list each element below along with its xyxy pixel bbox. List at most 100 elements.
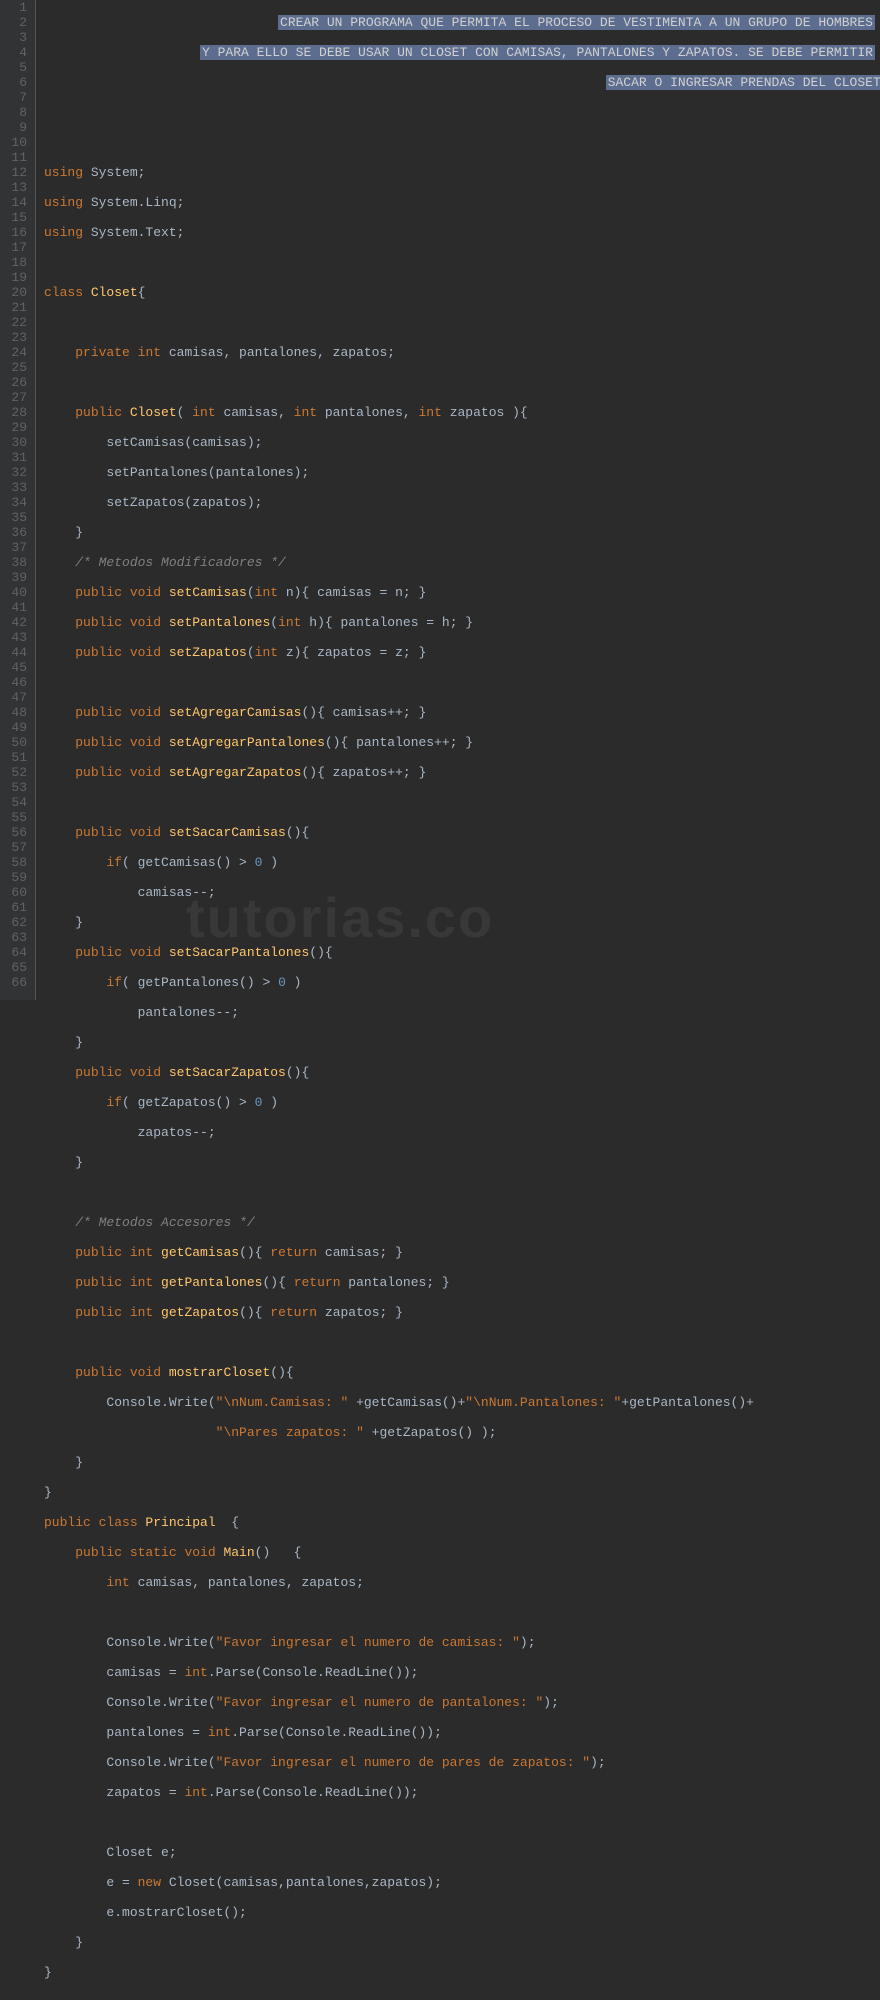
code-line: public void setSacarCamisas(){: [44, 825, 880, 840]
code-line: [44, 255, 880, 270]
line-number: 19: [4, 270, 27, 285]
line-number: 56: [4, 825, 27, 840]
line-number: 41: [4, 600, 27, 615]
code-line: }: [44, 1965, 880, 1980]
line-number: 57: [4, 840, 27, 855]
code-line: using System.Text;: [44, 225, 880, 240]
line-number: 28: [4, 405, 27, 420]
line-number: 16: [4, 225, 27, 240]
line-number: 2: [4, 15, 27, 30]
line-number: 40: [4, 585, 27, 600]
code-line: [44, 1605, 880, 1620]
code-line: CREAR UN PROGRAMA QUE PERMITA EL PROCESO…: [44, 15, 880, 30]
code-line: [44, 795, 880, 810]
code-line: }: [44, 1155, 880, 1170]
line-number: 33: [4, 480, 27, 495]
line-number: 35: [4, 510, 27, 525]
code-line: }: [44, 1035, 880, 1050]
line-number: 21: [4, 300, 27, 315]
code-line: setPantalones(pantalones);: [44, 465, 880, 480]
code-line: public int getPantalones(){ return panta…: [44, 1275, 880, 1290]
line-number: 44: [4, 645, 27, 660]
code-line: "\nPares zapatos: " +getZapatos() );: [44, 1425, 880, 1440]
line-number: 58: [4, 855, 27, 870]
line-number: 63: [4, 930, 27, 945]
code-line: pantalones = int.Parse(Console.ReadLine(…: [44, 1725, 880, 1740]
line-number: 42: [4, 615, 27, 630]
code-line: public void setSacarPantalones(){: [44, 945, 880, 960]
line-number: 43: [4, 630, 27, 645]
code-line: public static void Main() {: [44, 1545, 880, 1560]
code-line: }: [44, 1935, 880, 1950]
header-comment: SACAR O INGRESAR PRENDAS DEL CLOSET: [606, 75, 880, 90]
code-line: public void setAgregarZapatos(){ zapatos…: [44, 765, 880, 780]
code-line: if( getZapatos() > 0 ): [44, 1095, 880, 1110]
header-comment: Y PARA ELLO SE DEBE USAR UN CLOSET CON C…: [200, 45, 875, 60]
line-number: 9: [4, 120, 27, 135]
line-number: 51: [4, 750, 27, 765]
line-number: 3: [4, 30, 27, 45]
code-line: setZapatos(zapatos);: [44, 495, 880, 510]
line-number: 52: [4, 765, 27, 780]
code-line: Console.Write("\nNum.Camisas: " +getCami…: [44, 1395, 880, 1410]
code-line: SACAR O INGRESAR PRENDAS DEL CLOSET: [44, 75, 880, 90]
line-number: 24: [4, 345, 27, 360]
line-number: 10: [4, 135, 27, 150]
line-number: 55: [4, 810, 27, 825]
line-number: 37: [4, 540, 27, 555]
code-line: Console.Write("Favor ingresar el numero …: [44, 1635, 880, 1650]
line-number: 11: [4, 150, 27, 165]
line-number: 13: [4, 180, 27, 195]
line-number: 17: [4, 240, 27, 255]
code-line: e.mostrarCloset();: [44, 1905, 880, 1920]
line-number: 22: [4, 315, 27, 330]
line-number: 12: [4, 165, 27, 180]
code-line: public void mostrarCloset(){: [44, 1365, 880, 1380]
line-number: 7: [4, 90, 27, 105]
code-line: Y PARA ELLO SE DEBE USAR UN CLOSET CON C…: [44, 45, 880, 60]
code-line: int camisas, pantalones, zapatos;: [44, 1575, 880, 1590]
line-number: 1: [4, 0, 27, 15]
code-line: }: [44, 1455, 880, 1470]
code-line: public class Principal {: [44, 1515, 880, 1530]
line-number: 50: [4, 735, 27, 750]
code-line: if( getCamisas() > 0 ): [44, 855, 880, 870]
code-line: using System;: [44, 165, 880, 180]
code-line: [44, 375, 880, 390]
line-number: 38: [4, 555, 27, 570]
line-number: 27: [4, 390, 27, 405]
code-line: setCamisas(camisas);: [44, 435, 880, 450]
header-comment: CREAR UN PROGRAMA QUE PERMITA EL PROCESO…: [278, 15, 875, 30]
line-number-gutter: 1234567891011121314151617181920212223242…: [0, 0, 36, 1000]
code-line: zapatos--;: [44, 1125, 880, 1140]
line-number: 39: [4, 570, 27, 585]
code-line: [44, 1335, 880, 1350]
code-line: class Closet{: [44, 285, 880, 300]
line-number: 46: [4, 675, 27, 690]
line-number: 64: [4, 945, 27, 960]
code-line: public void setSacarZapatos(){: [44, 1065, 880, 1080]
line-number: 66: [4, 975, 27, 990]
line-number: 8: [4, 105, 27, 120]
line-number: 34: [4, 495, 27, 510]
line-number: 62: [4, 915, 27, 930]
code-line: [44, 675, 880, 690]
code-line: }: [44, 1485, 880, 1500]
code-line: }: [44, 525, 880, 540]
line-number: 4: [4, 45, 27, 60]
code-line: }: [44, 915, 880, 930]
line-number: 47: [4, 690, 27, 705]
code-area[interactable]: CREAR UN PROGRAMA QUE PERMITA EL PROCESO…: [36, 0, 880, 1000]
code-line: Console.Write("Favor ingresar el numero …: [44, 1755, 880, 1770]
code-line: /* Metodos Modificadores */: [44, 555, 880, 570]
line-number: 31: [4, 450, 27, 465]
line-number: 54: [4, 795, 27, 810]
line-number: 20: [4, 285, 27, 300]
line-number: 65: [4, 960, 27, 975]
code-line: pantalones--;: [44, 1005, 880, 1020]
code-line: public void setAgregarCamisas(){ camisas…: [44, 705, 880, 720]
code-line: public Closet( int camisas, int pantalon…: [44, 405, 880, 420]
code-line: camisas--;: [44, 885, 880, 900]
code-line: [44, 1185, 880, 1200]
code-line: public void setZapatos(int z){ zapatos =…: [44, 645, 880, 660]
